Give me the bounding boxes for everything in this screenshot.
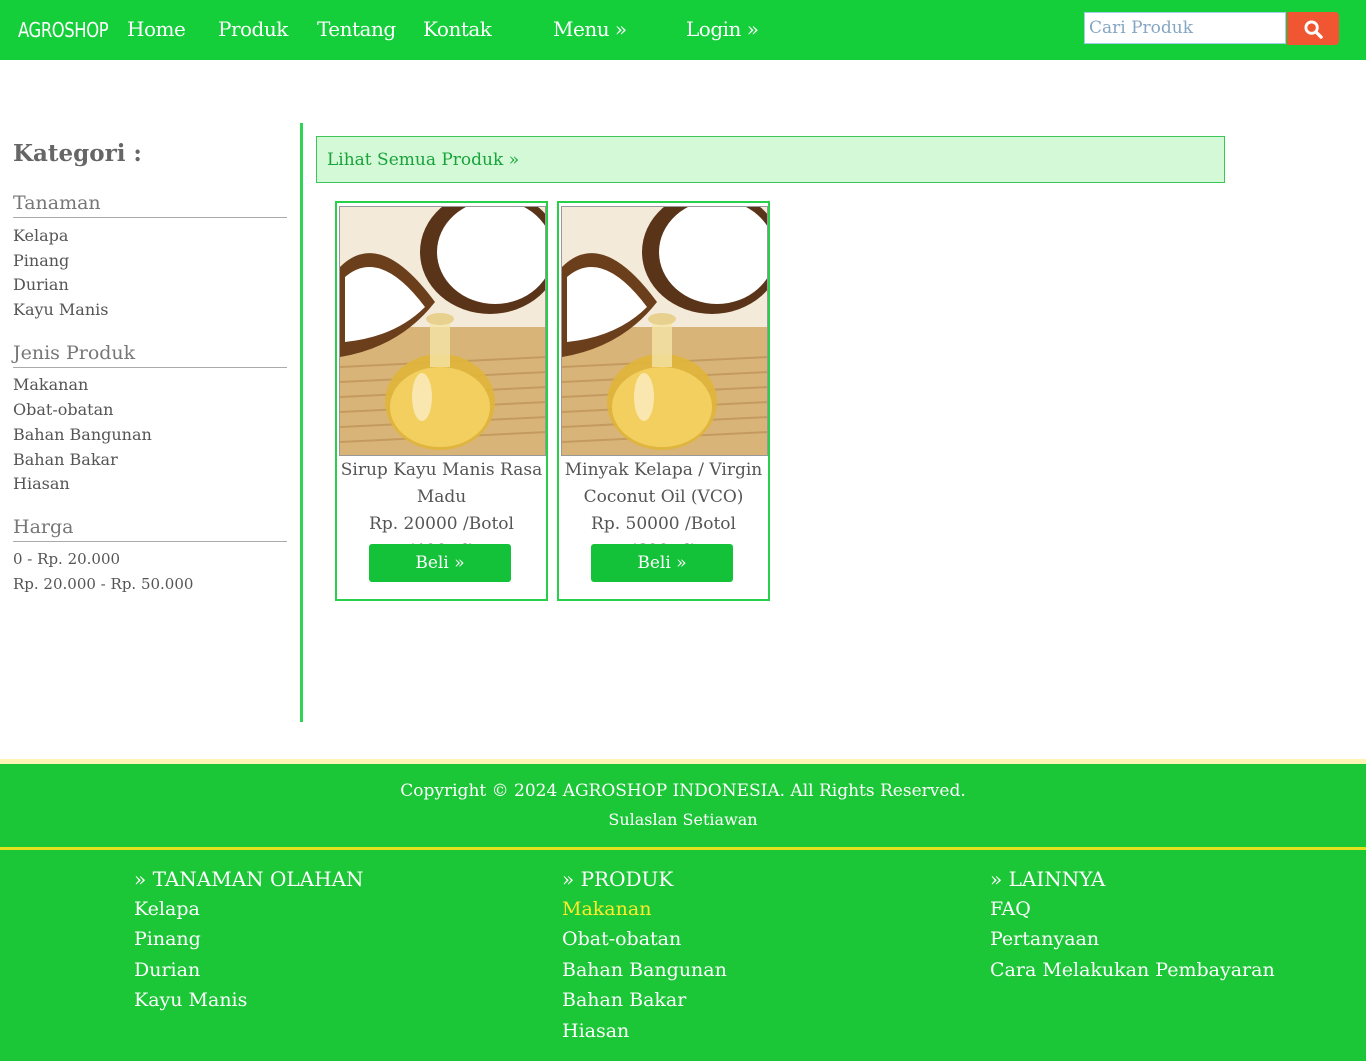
- search-input[interactable]: [1084, 12, 1286, 44]
- footer-link-kayu-manis[interactable]: Kayu Manis: [134, 989, 247, 1011]
- sidebar-section-tanaman: Tanaman: [13, 192, 287, 218]
- footer-link-bahan-bakar[interactable]: Bahan Bakar: [562, 989, 686, 1011]
- sidebar-section-harga: Harga: [13, 516, 287, 542]
- sidebar-item-durian[interactable]: Durian: [13, 275, 69, 294]
- nav-produk[interactable]: Produk: [218, 17, 288, 41]
- footer-link-obat-obatan[interactable]: Obat-obatan: [562, 928, 681, 950]
- nav-kontak[interactable]: Kontak: [423, 17, 492, 41]
- footer-link-pinang[interactable]: Pinang: [134, 928, 201, 950]
- product-name[interactable]: Sirup Kayu Manis Rasa Madu: [337, 457, 546, 511]
- product-card: Minyak Kelapa / Virgin Coconut Oil (VCO)…: [557, 201, 770, 601]
- all-products-banner: Lihat Semua Produk »: [316, 136, 1225, 183]
- footer-link-pembayaran[interactable]: Cara Melakukan Pembayaran: [990, 959, 1275, 981]
- sidebar-item-bahan-bangunan[interactable]: Bahan Bangunan: [13, 425, 152, 444]
- sidebar-heading: Kategori :: [13, 140, 142, 167]
- coconut-oil-photo-icon: [340, 207, 545, 455]
- sidebar-item-price-mid[interactable]: Rp. 20.000 - Rp. 50.000: [13, 575, 193, 593]
- footer-heading-produk: » PRODUK: [562, 867, 674, 891]
- sidebar-divider: [300, 123, 303, 722]
- footer-link-pertanyaan[interactable]: Pertanyaan: [990, 928, 1099, 950]
- nav-tentang[interactable]: Tentang: [317, 17, 396, 41]
- buy-button[interactable]: Beli »: [369, 544, 511, 582]
- footer-link-kelapa[interactable]: Kelapa: [134, 898, 200, 920]
- sidebar-item-kelapa[interactable]: Kelapa: [13, 226, 68, 245]
- product-image[interactable]: [561, 206, 768, 456]
- footer-copyright-band: Copyright © 2024 AGROSHOP INDONESIA. All…: [0, 764, 1366, 847]
- footer-link-makanan[interactable]: Makanan: [562, 898, 651, 920]
- search-icon: [1304, 20, 1323, 39]
- top-navbar: AGROSHOP Home Produk Tentang Kontak Menu…: [0, 0, 1366, 60]
- copyright-text: Copyright © 2024 AGROSHOP INDONESIA. All…: [400, 781, 966, 801]
- footer-heading-tanaman: » TANAMAN OLAHAN: [134, 867, 364, 891]
- buy-button[interactable]: Beli »: [591, 544, 733, 582]
- sidebar-item-kayu-manis[interactable]: Kayu Manis: [13, 300, 108, 319]
- footer-link-bahan-bangunan[interactable]: Bahan Bangunan: [562, 959, 727, 981]
- product-image[interactable]: [339, 206, 546, 456]
- site-logo[interactable]: AGROSHOP: [18, 18, 109, 42]
- footer-link-durian[interactable]: Durian: [134, 959, 200, 981]
- search-button[interactable]: [1287, 12, 1339, 45]
- sidebar-item-hiasan[interactable]: Hiasan: [13, 474, 70, 493]
- product-card: Sirup Kayu Manis Rasa Madu Rp. 20000 /Bo…: [335, 201, 548, 601]
- footer-heading-lainnya: » LAINNYA: [990, 867, 1106, 891]
- footer-link-hiasan[interactable]: Hiasan: [562, 1020, 629, 1042]
- nav-login-dropdown[interactable]: Login »: [686, 17, 759, 41]
- sidebar-section-jenis-produk: Jenis Produk: [13, 342, 287, 368]
- footer-links: » TANAMAN OLAHAN Kelapa Pinang Durian Ka…: [0, 850, 1366, 1061]
- sidebar-item-pinang[interactable]: Pinang: [13, 251, 69, 270]
- product-name[interactable]: Minyak Kelapa / Virgin Coconut Oil (VCO): [559, 457, 768, 511]
- sidebar-item-obat-obatan[interactable]: Obat-obatan: [13, 400, 113, 419]
- footer-link-faq[interactable]: FAQ: [990, 898, 1031, 920]
- sidebar-item-bahan-bakar[interactable]: Bahan Bakar: [13, 450, 118, 469]
- sidebar-item-makanan[interactable]: Makanan: [13, 375, 88, 394]
- sidebar-item-price-low[interactable]: 0 - Rp. 20.000: [13, 550, 120, 568]
- author-text: Sulaslan Setiawan: [608, 810, 758, 829]
- nav-home[interactable]: Home: [127, 17, 186, 41]
- coconut-oil-photo-icon: [562, 207, 767, 455]
- all-products-link[interactable]: Lihat Semua Produk »: [327, 150, 519, 170]
- nav-menu-dropdown[interactable]: Menu »: [553, 17, 627, 41]
